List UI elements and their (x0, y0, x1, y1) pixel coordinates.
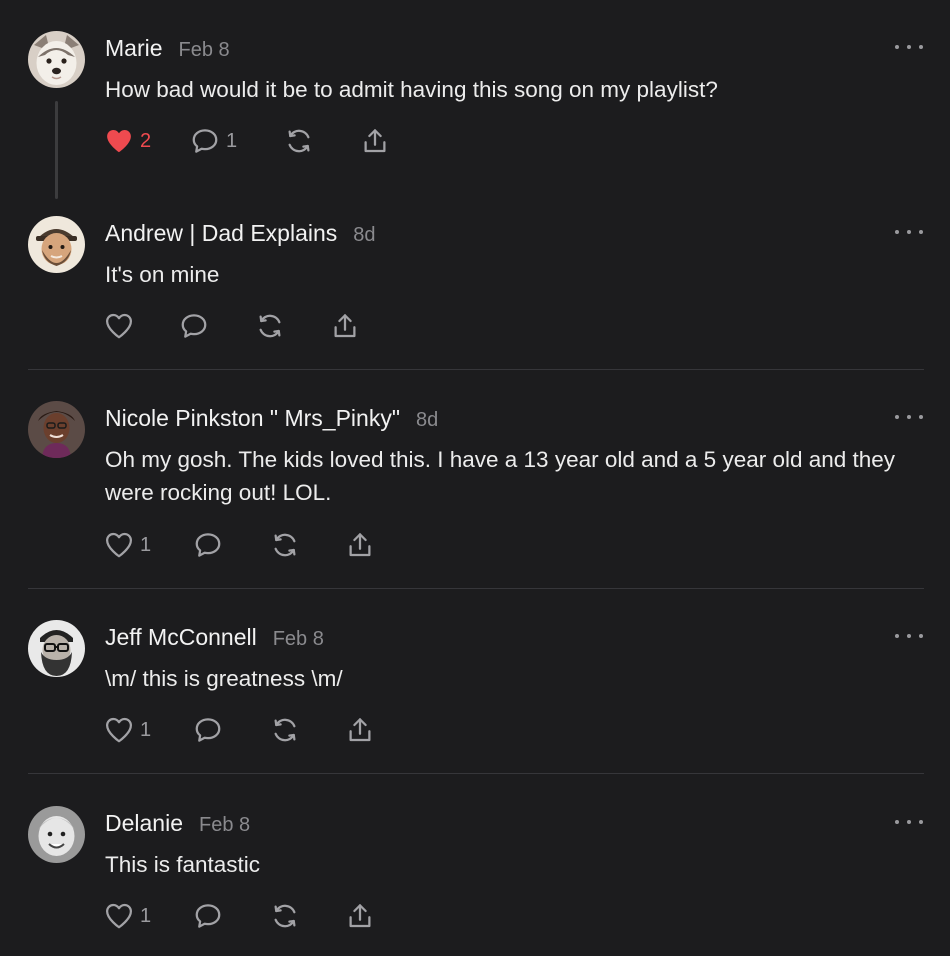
dot-icon (919, 634, 923, 638)
restack-button[interactable] (255, 309, 285, 343)
like-count: 1 (140, 904, 152, 927)
more-options-button[interactable] (895, 407, 923, 427)
share-button[interactable] (360, 124, 390, 158)
comment-bubble-icon (195, 718, 221, 742)
heart-icon (106, 532, 132, 558)
avatar[interactable] (28, 216, 85, 273)
like-button[interactable]: 2 (104, 124, 151, 158)
like-count: 1 (140, 718, 152, 741)
share-icon (364, 129, 386, 153)
comment-bubble-icon (181, 314, 207, 338)
comment-header: Andrew | Dad Explains 8d (105, 220, 376, 247)
share-icon (349, 904, 371, 928)
like-button[interactable]: 1 (104, 899, 151, 933)
more-options-button[interactable] (895, 812, 923, 832)
heart-icon (106, 903, 132, 929)
like-button[interactable]: 1 (104, 713, 151, 747)
author-name[interactable]: Nicole Pinkston " Mrs_Pinky" (105, 405, 400, 432)
like-count: 1 (140, 533, 152, 556)
dot-icon (919, 45, 923, 49)
share-icon (334, 314, 356, 338)
author-name[interactable]: Andrew | Dad Explains (105, 220, 337, 247)
restack-button[interactable] (270, 713, 300, 747)
dot-icon (907, 415, 911, 419)
dot-icon (895, 820, 899, 824)
heart-filled-icon (107, 130, 131, 153)
divider (28, 369, 924, 370)
dot-icon (919, 230, 923, 234)
heart-icon (106, 717, 132, 743)
restack-icon (259, 314, 281, 338)
comment-header: Jeff McConnell Feb 8 (105, 624, 324, 651)
more-options-button[interactable] (895, 626, 923, 646)
share-button[interactable] (345, 713, 375, 747)
reply-button[interactable] (179, 309, 209, 343)
more-options-button[interactable] (895, 37, 923, 57)
author-name[interactable]: Jeff McConnell (105, 624, 257, 651)
dot-icon (919, 820, 923, 824)
reply-button[interactable]: 1 (190, 124, 237, 158)
comment-date[interactable]: Feb 8 (199, 814, 250, 837)
comment-header: Marie Feb 8 (105, 35, 230, 62)
avatar[interactable] (28, 620, 85, 677)
restack-icon (274, 718, 296, 742)
comment-header: Nicole Pinkston " Mrs_Pinky" 8d (105, 405, 438, 432)
comment-bubble-icon (192, 129, 218, 153)
like-button[interactable]: 1 (104, 528, 151, 562)
reply-button[interactable] (193, 899, 223, 933)
dot-icon (895, 415, 899, 419)
comment-date[interactable]: 8d (353, 224, 375, 247)
dot-icon (907, 45, 911, 49)
dot-icon (895, 230, 899, 234)
comment-date[interactable]: 8d (416, 409, 438, 432)
like-button[interactable] (104, 309, 134, 343)
dot-icon (907, 230, 911, 234)
avatar[interactable] (28, 401, 85, 458)
share-icon (349, 533, 371, 557)
dot-icon (919, 415, 923, 419)
reply-button[interactable] (193, 713, 223, 747)
author-name[interactable]: Delanie (105, 810, 183, 837)
dot-icon (907, 634, 911, 638)
comment-bubble-icon (195, 904, 221, 928)
comment-text: This is fantastic (105, 852, 261, 877)
comment-header: Delanie Feb 8 (105, 810, 250, 837)
dot-icon (895, 634, 899, 638)
restack-icon (274, 904, 296, 928)
dot-icon (907, 820, 911, 824)
avatar[interactable] (28, 806, 85, 863)
thread-line (55, 101, 58, 199)
restack-button[interactable] (284, 124, 314, 158)
author-name[interactable]: Marie (105, 35, 163, 62)
divider (28, 773, 924, 774)
reply-count: 1 (226, 129, 238, 152)
share-button[interactable] (330, 309, 360, 343)
reply-button[interactable] (193, 528, 223, 562)
comment-date[interactable]: Feb 8 (273, 628, 324, 651)
heart-icon (106, 313, 132, 339)
share-button[interactable] (345, 899, 375, 933)
comment-date[interactable]: Feb 8 (179, 39, 230, 62)
more-options-button[interactable] (895, 222, 923, 242)
share-icon (349, 718, 371, 742)
husky-dog-avatar-icon (28, 31, 85, 88)
comment-text: It's on mine (105, 262, 220, 287)
comment-text: Oh my gosh. The kids loved this. I have … (105, 447, 896, 505)
restack-icon (288, 129, 310, 153)
divider (28, 588, 924, 589)
child-bw-avatar-icon (28, 806, 85, 863)
share-button[interactable] (345, 528, 375, 562)
avatar[interactable] (28, 31, 85, 88)
bearded-man-glasses-avatar-icon (28, 620, 85, 677)
dot-icon (895, 45, 899, 49)
restack-icon (274, 533, 296, 557)
restack-button[interactable] (270, 899, 300, 933)
comment-text: \m/ this is greatness \m/ (105, 666, 343, 691)
illustrated-man-hat-avatar-icon (28, 216, 85, 273)
comment-bubble-icon (195, 533, 221, 557)
restack-button[interactable] (270, 528, 300, 562)
comment-text: How bad would it be to admit having this… (105, 77, 718, 102)
woman-glasses-avatar-icon (28, 401, 85, 458)
like-count: 2 (140, 129, 152, 152)
